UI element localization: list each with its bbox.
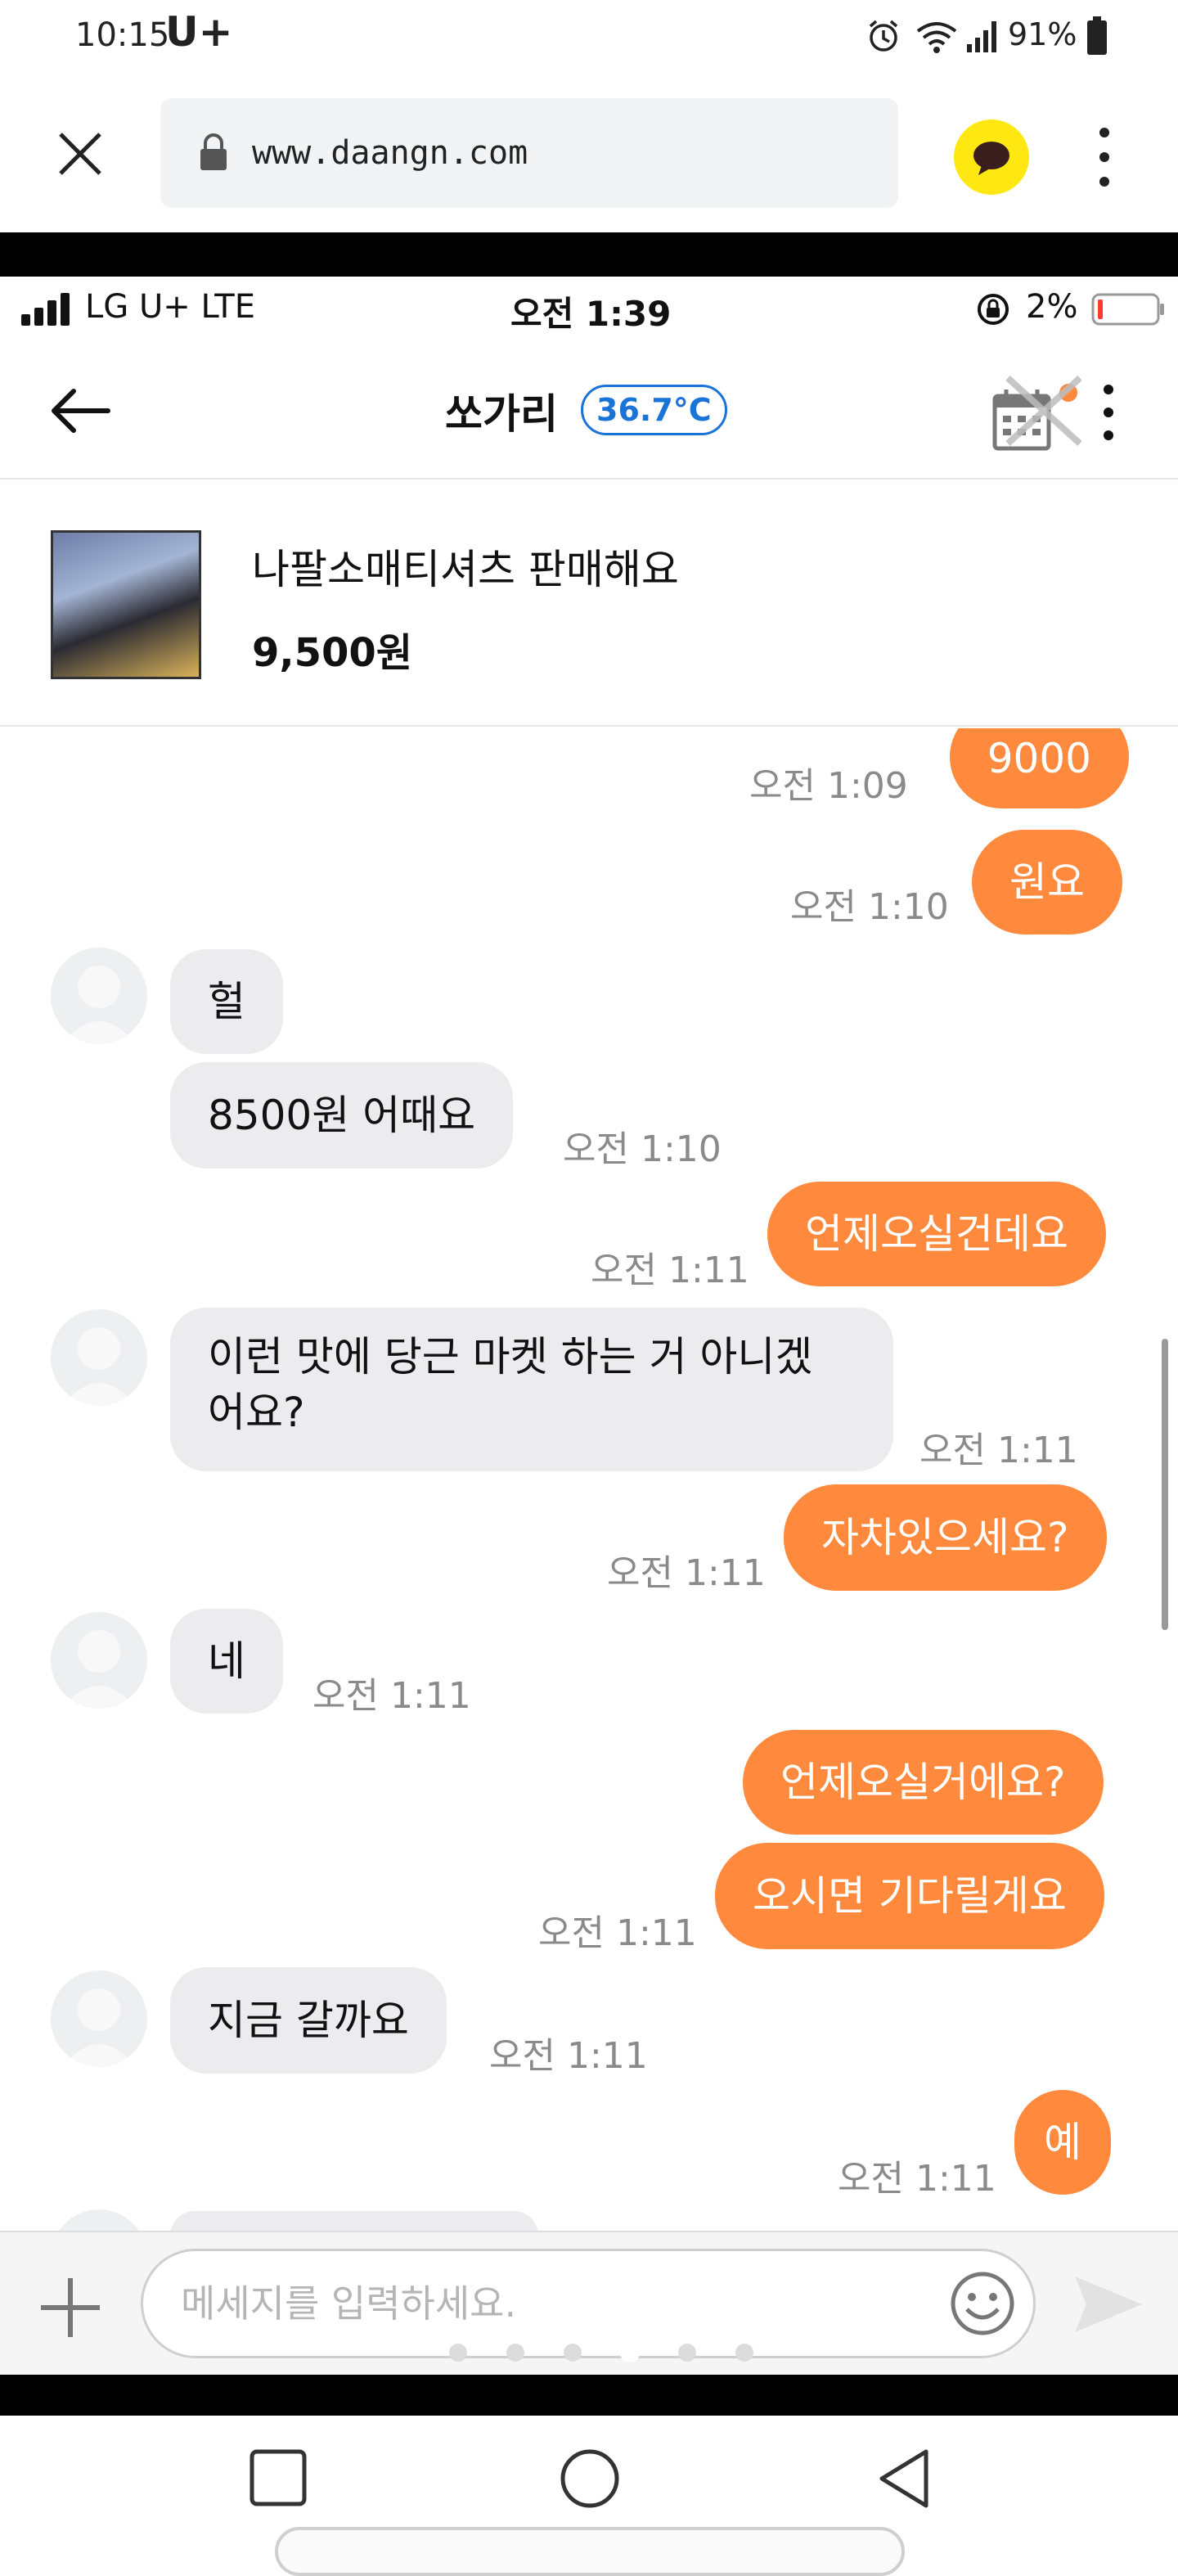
product-summary[interactable]: 나팔소매티셔츠 판매해요 9,500원 <box>0 481 1178 727</box>
user-placeholder-icon <box>62 966 136 1044</box>
message-bubble-mine[interactable]: 언제오실건데요 <box>767 1182 1106 1286</box>
message-bubble-mine[interactable]: 예 <box>1014 2090 1111 2195</box>
screen-divider <box>0 2375 1178 2416</box>
product-title: 나팔소매티셔츠 판매해요 <box>252 546 679 593</box>
inner-battery-percent: 2% <box>1026 288 1078 326</box>
battery-low-icon <box>1091 293 1164 326</box>
manner-temperature-badge: 36.7°C <box>581 385 727 435</box>
message-timestamp: 오전 1:11 <box>538 1912 697 1954</box>
chat-message-list[interactable]: 오전 1:09 9000 오전 1:10 원요 헐 8500원 어때요 오전 1… <box>0 728 1178 2231</box>
message-timestamp: 오전 1:11 <box>607 1552 766 1594</box>
more-vertical-icon[interactable] <box>1088 124 1121 190</box>
message-bubble-mine[interactable]: 언제오실거에요? <box>743 1730 1104 1835</box>
page-dots-icon <box>449 2343 753 2362</box>
battery-icon <box>1087 16 1107 55</box>
chat-partner-name: 쏘가리 <box>445 390 558 438</box>
home-icon[interactable] <box>560 2448 620 2509</box>
user-placeholder-icon <box>62 1630 136 1709</box>
message-line: 어요? <box>208 1389 305 1436</box>
message-bubble-theirs[interactable]: 헐 <box>170 949 283 1054</box>
message-bubble-theirs[interactable]: 8500원 어때요 <box>170 1062 514 1169</box>
emoji-icon[interactable] <box>949 2270 1016 2337</box>
back-icon[interactable] <box>875 2447 933 2511</box>
browser-toolbar: www.daangn.com <box>0 74 1178 232</box>
system-status-bar: 10:15 U+ 91% <box>0 0 1178 74</box>
message-bubble-theirs[interactable]: 이런 맛에 당근 마켓 하는 거 아니겠 어요? <box>170 1308 893 1471</box>
orientation-lock-icon <box>978 294 1009 325</box>
android-navigation-bar <box>0 2416 1178 2576</box>
partner-avatar[interactable] <box>51 1612 147 1709</box>
message-bubble-mine[interactable]: 원요 <box>972 830 1122 934</box>
kakao-chat-icon <box>973 142 1009 175</box>
system-carrier: U+ <box>165 8 233 56</box>
chat-header: 쏘가리 36.7°C <box>0 342 1178 480</box>
message-bubble-theirs[interactable]: 지금 갈까요 <box>170 1967 447 2074</box>
message-timestamp: 오전 1:10 <box>563 1128 722 1170</box>
gesture-handle <box>275 2527 905 2576</box>
message-bubble-mine[interactable]: 9000 <box>949 728 1129 808</box>
message-input-bar: 메세지를 입력하세요. <box>0 2231 1178 2375</box>
message-timestamp: 오전 1:11 <box>312 1675 471 1717</box>
partner-avatar[interactable] <box>51 948 147 1044</box>
user-placeholder-icon <box>62 1327 136 1406</box>
signal-icon <box>967 21 996 52</box>
message-timestamp: 오전 1:11 <box>838 2158 996 2200</box>
wifi-icon <box>916 22 957 53</box>
product-price: 9,500원 <box>252 630 412 676</box>
message-bubble-theirs[interactable] <box>170 2211 538 2231</box>
partner-avatar[interactable] <box>51 1309 147 1406</box>
alarm-icon <box>869 20 898 52</box>
cell-signal-icon <box>21 293 70 326</box>
partner-avatar[interactable] <box>51 2209 147 2231</box>
message-timestamp: 오전 1:11 <box>919 1430 1078 1471</box>
calendar-icon[interactable] <box>990 375 1081 465</box>
inner-carrier: LG U+ LTE <box>85 288 255 326</box>
send-icon[interactable] <box>1072 2273 1145 2335</box>
lock-icon <box>200 133 227 170</box>
message-timestamp: 오전 1:11 <box>591 1250 749 1291</box>
inner-time: 오전 1:39 <box>510 294 672 334</box>
message-timestamp: 오전 1:11 <box>489 2035 648 2077</box>
user-placeholder-icon <box>62 1988 136 2067</box>
system-battery-percent: 91% <box>1008 16 1077 52</box>
screen-divider <box>0 232 1178 277</box>
url-bar[interactable]: www.daangn.com <box>160 98 898 208</box>
message-bubble-theirs[interactable]: 네 <box>170 1609 283 1714</box>
plus-icon[interactable] <box>38 2275 103 2340</box>
message-timestamp: 오전 1:10 <box>790 886 949 928</box>
inner-status-bar: LG U+ LTE 오전 1:39 2% <box>0 277 1178 342</box>
page-indicator <box>448 2340 759 2365</box>
url-text: www.daangn.com <box>252 134 528 172</box>
message-timestamp: 오전 1:09 <box>749 765 908 807</box>
kakao-talk-button[interactable] <box>954 119 1029 195</box>
product-thumbnail[interactable] <box>51 530 201 679</box>
message-bubble-mine[interactable]: 오시면 기다릴게요 <box>715 1843 1104 1949</box>
chat-scrollbar[interactable] <box>1162 1339 1168 1630</box>
system-time: 10:15 <box>75 16 170 54</box>
partner-avatar[interactable] <box>51 1970 147 2067</box>
recent-apps-icon[interactable] <box>249 2448 308 2507</box>
message-bubble-mine[interactable]: 자차있으세요? <box>784 1484 1107 1591</box>
more-vertical-icon[interactable] <box>1096 383 1121 442</box>
message-line: 이런 맛에 당근 마켓 하는 거 아니겠 <box>208 1333 813 1380</box>
close-icon[interactable] <box>56 129 105 178</box>
back-arrow-icon[interactable] <box>47 386 111 435</box>
